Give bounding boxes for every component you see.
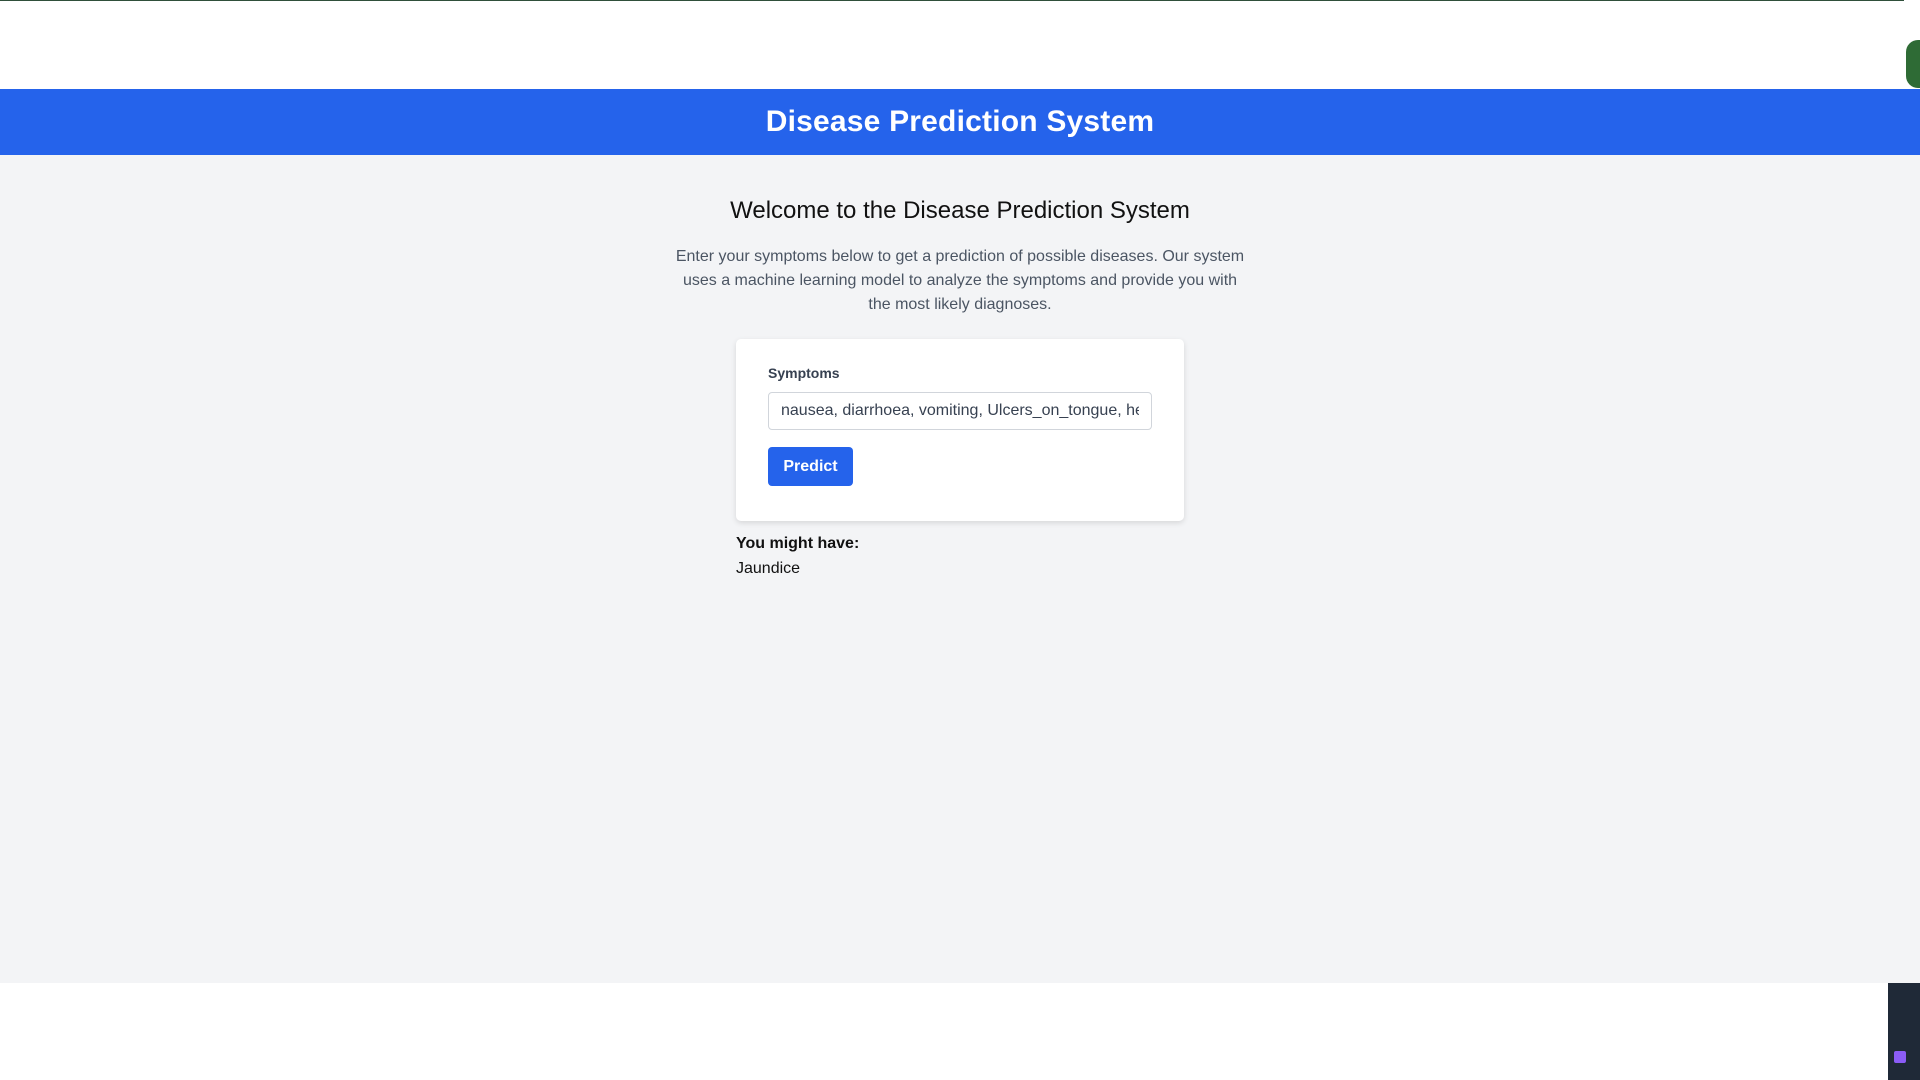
- result-value: Jaundice: [736, 560, 801, 577]
- app-header: Disease Prediction System: [0, 89, 1920, 155]
- app-title: Disease Prediction System: [765, 105, 1155, 138]
- symptom-form-card: Symptoms Predict: [736, 339, 1184, 521]
- symptoms-input[interactable]: [768, 392, 1152, 430]
- taskbar-corner: [1888, 983, 1920, 1080]
- welcome-heading: Welcome to the Disease Prediction System: [730, 197, 1190, 224]
- side-edge-tab: [1904, 0, 1920, 88]
- result-heading: You might have:: [736, 535, 860, 552]
- intro-paragraph: Enter your symptoms below to get a predi…: [675, 248, 1245, 313]
- predict-button[interactable]: Predict: [768, 447, 853, 486]
- tray-app-icon[interactable]: [1894, 1051, 1906, 1063]
- side-tab-handle[interactable]: [1906, 40, 1920, 88]
- bottom-blank-area: [0, 983, 1920, 1080]
- symptoms-label: Symptoms: [768, 365, 840, 381]
- main-content: Welcome to the Disease Prediction System…: [0, 155, 1920, 983]
- top-blank-area: [0, 1, 1904, 89]
